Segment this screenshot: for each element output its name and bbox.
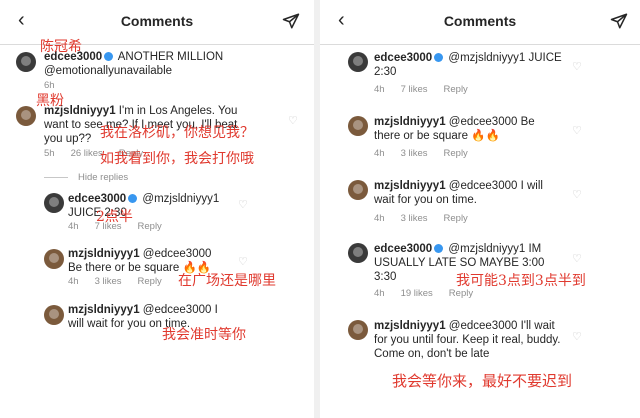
avatar[interactable] [16,52,36,72]
comment-meta: 4h 3 likes Reply [374,148,468,159]
annotation: 我会准时等你 [162,327,246,343]
avatar[interactable] [44,193,64,213]
annotation: 黑粉 [36,93,64,109]
comment-text: mzjsldniyyy1 @edcee3000 I'll wait for yo… [374,320,561,360]
avatar[interactable] [16,106,36,126]
comment-text: mzjsldniyyy1 @edcee3000 Be there or be s… [374,116,535,142]
heart-outline-icon[interactable]: ♡ [572,252,582,265]
verified-badge-icon [434,244,444,254]
annotation: 我可能3点到3点半到 [456,273,586,289]
comment-meta: 4h 7 likes Reply [374,84,468,95]
username[interactable]: mzjsldniyyy1 [68,248,140,260]
heart-outline-icon[interactable]: ♡ [572,188,582,201]
annotation: 如我看到你，我会打你哦 [100,151,254,167]
hide-replies-link[interactable]: Hide replies [44,172,128,183]
annotation: 我会等你来，最好不要迟到 [392,372,573,390]
heart-outline-icon[interactable]: ♡ [238,198,248,211]
comment-meta: 4h 3 likes Reply [68,276,162,287]
username[interactable]: edcee3000 [374,52,432,64]
heart-outline-icon[interactable]: ♡ [572,60,582,73]
comment-text: edcee3000 @mzjsldniyyy1 JUICE 2:30 [374,52,562,78]
verified-badge-icon [104,52,114,62]
comment-text: mzjsldniyyy1 @edcee3000 I will wait for … [374,180,543,206]
annotation: 在广场还是哪里 [178,273,276,289]
left-comments-panel: ‹ Comments edcee3000 ANOTHER MILLION @em… [0,0,314,418]
comment-text: edcee3000 @mzjsldniyyy1 JUICE 2:30 [68,193,220,219]
avatar[interactable] [44,305,64,325]
paper-plane-icon[interactable] [282,12,300,30]
username[interactable]: mzjsldniyyy1 [374,320,446,332]
avatar[interactable] [348,116,368,136]
comment-meta: 4h 3 likes Reply [374,213,468,224]
avatar[interactable] [348,320,368,340]
heart-outline-icon[interactable]: ♡ [238,255,248,268]
annotation: 我在洛杉矶，你想见我？ [100,125,254,141]
username[interactable]: edcee3000 [68,193,126,205]
paper-plane-icon[interactable] [610,12,628,30]
heart-outline-icon[interactable]: ♡ [572,330,582,343]
right-comments-panel: ‹ Comments edcee3000 @mzjsldniyyy1 JUICE… [314,0,640,418]
verified-badge-icon [434,53,444,63]
avatar[interactable] [44,249,64,269]
username[interactable]: mzjsldniyyy1 [374,180,446,192]
annotation: 陈冠希 [40,39,82,55]
username[interactable]: mzjsldniyyy1 [68,304,140,316]
username[interactable]: mzjsldniyyy1 [374,116,446,128]
heart-outline-icon[interactable]: ♡ [288,114,298,127]
verified-badge-icon [128,194,138,204]
page-title: Comments [443,13,517,29]
avatar[interactable] [348,180,368,200]
username[interactable]: edcee3000 [374,243,432,255]
comments-header: ‹ Comments [320,0,640,45]
heart-outline-icon[interactable]: ♡ [572,124,582,137]
likes-count[interactable]: 26 likes [71,148,103,159]
avatar[interactable] [348,243,368,263]
avatar[interactable] [348,52,368,72]
annotation: 2点半 [96,209,133,225]
page-title: Comments [120,13,194,29]
